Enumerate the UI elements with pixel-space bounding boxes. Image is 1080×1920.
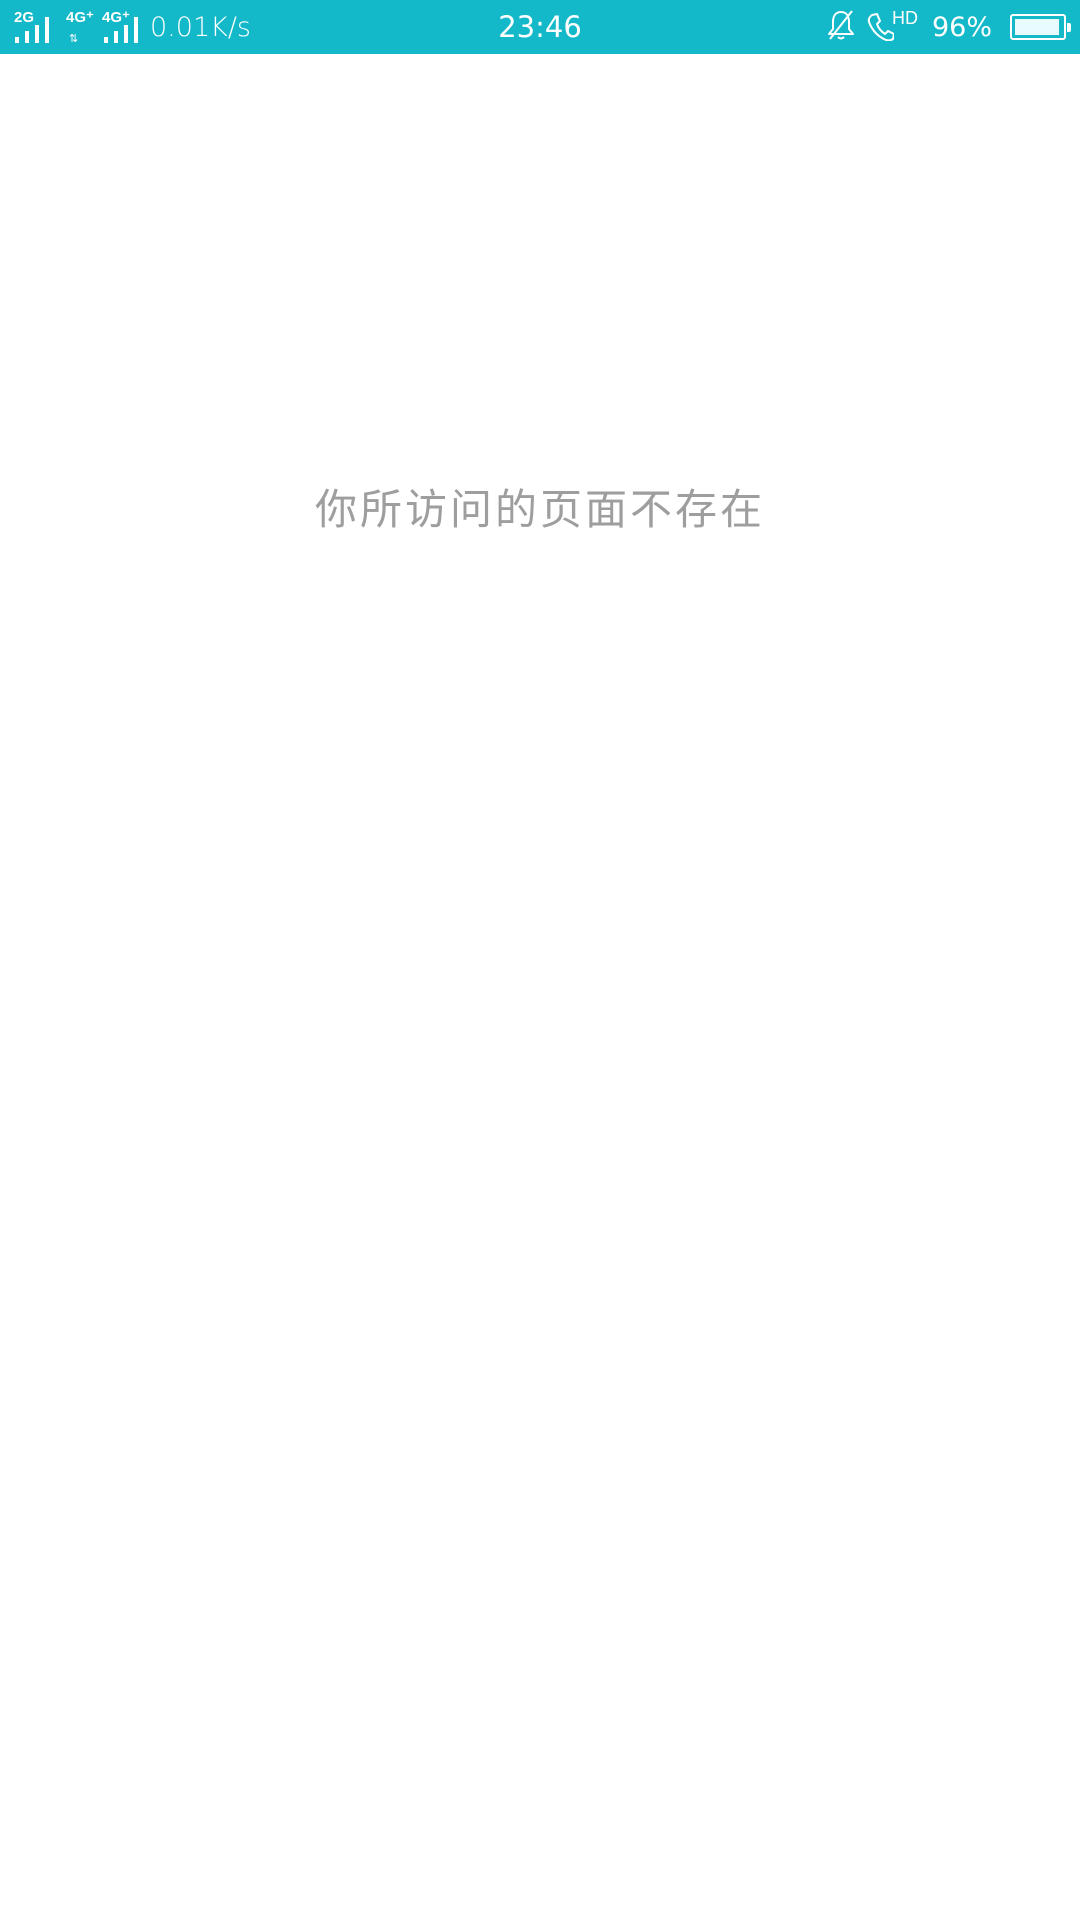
notifications-off-icon (826, 9, 856, 45)
battery-percent: 96% (931, 11, 992, 43)
signal-bars-icon (104, 17, 138, 43)
page-not-found-message: 你所访问的页面不存在 (314, 485, 765, 534)
page-content (0, 54, 1080, 1920)
signal-bars-icon (15, 17, 49, 43)
hd-call-icon (866, 9, 895, 45)
network-speed: 0.01K/s (150, 11, 251, 43)
hd-label: HD (891, 7, 918, 28)
battery-nub (1067, 23, 1071, 32)
network-4g-data: 4G⁺ ⇅ (66, 10, 102, 44)
status-bar: 2G 4G⁺ ⇅ 4G⁺ 0.01K/s 23:46 HD 96% (0, 0, 1080, 54)
status-bar-right: HD 96% (826, 0, 1071, 54)
battery-icon (1010, 14, 1071, 40)
battery-level (1015, 19, 1059, 35)
network-4g-signal: 4G⁺ (102, 10, 142, 44)
network-2g-signal: 2G (14, 10, 54, 44)
status-bar-left: 2G 4G⁺ ⇅ 4G⁺ 0.01K/s (14, 0, 251, 54)
network-4g-label: 4G⁺ (66, 9, 94, 26)
data-activity-icon: ⇅ (69, 32, 78, 45)
